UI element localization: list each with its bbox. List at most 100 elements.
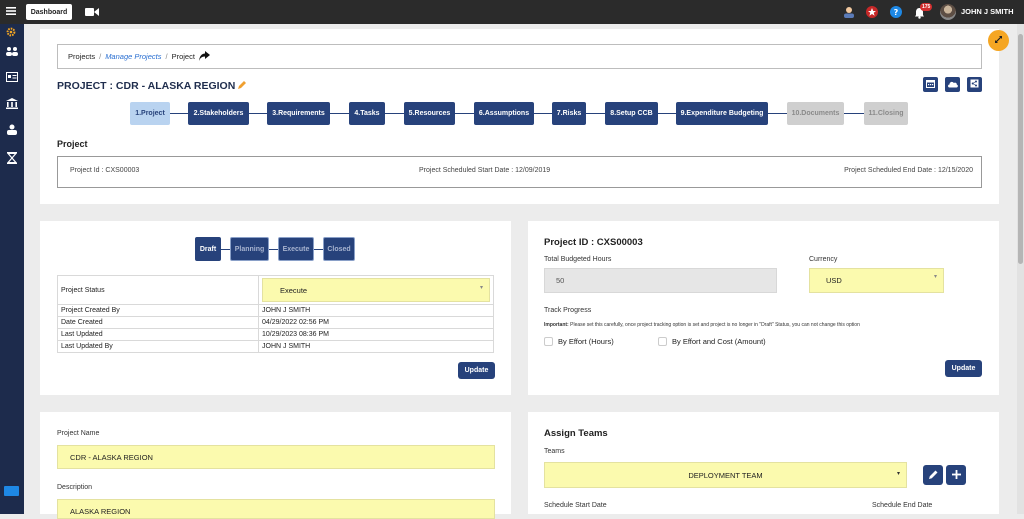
bank-icon[interactable]	[6, 98, 18, 111]
stage-planning[interactable]: Planning	[230, 237, 269, 261]
total-hours-label: Total Budgeted Hours	[544, 256, 612, 263]
avatar[interactable]	[940, 4, 956, 20]
step-risks[interactable]: 7.Risks	[552, 102, 586, 125]
share-button[interactable]	[967, 77, 982, 92]
share-arrow-icon[interactable]	[198, 50, 210, 63]
calendar-icon	[926, 79, 935, 90]
cloud-gear-icon	[947, 80, 958, 90]
gear-icon[interactable]	[6, 27, 16, 39]
team-member-icon[interactable]	[6, 124, 18, 137]
section-title: Project	[57, 139, 88, 149]
table-row: Last Updated 10/29/2023 08:36 PM	[57, 328, 494, 341]
step-documents[interactable]: 10.Documents	[787, 102, 844, 125]
project-header-card: Projects / Manage Projects / Project PRO…	[40, 29, 999, 204]
expand-arrows-icon	[994, 35, 1003, 46]
project-end-date-text: Project Scheduled End Date : 12/15/2020	[844, 167, 973, 174]
chevron-down-icon: ▾	[933, 274, 937, 280]
page-title: PROJECT : CDR - ALASKA REGION	[57, 80, 247, 92]
currency-value: USD	[826, 276, 842, 285]
hourglass-icon[interactable]	[6, 152, 18, 166]
cloud-settings-button[interactable]	[945, 77, 960, 92]
table-row: Date Created 04/29/2022 02:56 PM	[57, 316, 494, 329]
by-effort-cost-option[interactable]: By Effort and Cost (Amount)	[658, 337, 766, 346]
project-name-input[interactable]: CDR - ALASKA REGION	[57, 445, 495, 469]
teams-select[interactable]: DEPLOYMENT TEAM ▾	[544, 462, 907, 488]
people-icon[interactable]	[5, 46, 19, 58]
schedule-start-label: Schedule Start Date	[544, 502, 607, 509]
user-profile-icon[interactable]	[843, 6, 855, 20]
by-effort-hours-checkbox[interactable]	[544, 337, 553, 346]
video-camera-icon[interactable]	[85, 7, 99, 19]
star-badge-icon[interactable]	[866, 6, 878, 20]
total-hours-input[interactable]: 50	[544, 268, 777, 293]
step-expenditure-budgeting[interactable]: 9.Expenditure Budgeting	[676, 102, 768, 125]
chevron-down-icon: ▾	[479, 285, 483, 291]
row-value: JOHN J SMITH	[258, 304, 494, 317]
budget-update-button[interactable]: Update	[945, 360, 982, 377]
project-name-label: Project Name	[57, 430, 100, 437]
page-scrollbar[interactable]	[1017, 24, 1024, 514]
edit-pencil-icon[interactable]	[238, 80, 247, 92]
expand-fab-button[interactable]	[988, 30, 1009, 51]
add-team-button[interactable]	[946, 465, 966, 485]
step-assumptions[interactable]: 6.Assumptions	[474, 102, 534, 125]
pencil-icon	[928, 470, 938, 481]
breadcrumb-projects[interactable]: Projects	[68, 52, 95, 61]
chevron-down-icon: ▾	[896, 471, 900, 477]
help-icon[interactable]: ?	[890, 6, 902, 20]
schedule-end-label: Schedule End Date	[872, 502, 933, 509]
share-square-icon	[970, 79, 979, 90]
step-project[interactable]: 1.Project	[130, 102, 170, 125]
row-label: Project Created By	[57, 304, 259, 317]
by-effort-cost-checkbox[interactable]	[658, 337, 667, 346]
description-label: Description	[57, 484, 93, 491]
track-progress-label: Track Progress	[544, 307, 592, 314]
budget-card-title: Project ID : CXS00003	[544, 237, 643, 248]
step-stakeholders[interactable]: 2.Stakeholders	[188, 102, 249, 125]
step-closing[interactable]: 11.Closing	[864, 102, 908, 125]
row-label: Last Updated	[57, 328, 259, 341]
table-row: Project Status Execute ▾	[57, 275, 494, 305]
row-label: Last Updated By	[57, 340, 259, 353]
stage-closed[interactable]: Closed	[323, 237, 355, 261]
sidebar	[0, 24, 24, 514]
breadcrumb-manage-projects[interactable]: Manage Projects	[105, 52, 161, 61]
table-row: Last Updated By JOHN J SMITH	[57, 340, 494, 353]
step-tasks[interactable]: 4.Tasks	[349, 102, 385, 125]
page-title-text: PROJECT : CDR - ALASKA REGION	[57, 80, 236, 92]
status-table: Project Status Execute ▾ Project Created…	[57, 275, 494, 353]
project-status-select[interactable]: Execute ▾	[262, 278, 490, 302]
description-input[interactable]: ALASKA REGION	[57, 499, 495, 519]
breadcrumb-separator: /	[99, 52, 102, 61]
status-update-button[interactable]: Update	[458, 362, 495, 379]
status-label: Project Status	[57, 275, 259, 305]
edit-team-button[interactable]	[923, 465, 943, 485]
chat-widget-icon[interactable]	[4, 486, 19, 496]
currency-select[interactable]: USD ▾	[809, 268, 944, 293]
row-label: Date Created	[57, 316, 259, 329]
teams-value: DEPLOYMENT TEAM	[688, 470, 763, 480]
top-bar: Dashboard ? 175 JOHN J SMITH	[0, 0, 1024, 24]
by-effort-hours-option[interactable]: By Effort (Hours)	[544, 337, 614, 346]
dashboard-button[interactable]: Dashboard	[26, 4, 72, 20]
step-requirements[interactable]: 3.Requirements	[267, 102, 330, 125]
by-effort-cost-label: By Effort and Cost (Amount)	[672, 337, 766, 346]
project-status-value: Execute	[280, 285, 308, 295]
hamburger-menu-icon[interactable]	[6, 6, 16, 18]
budget-card: Project ID : CXS00003 Total Budgeted Hou…	[528, 221, 999, 395]
assign-teams-title: Assign Teams	[544, 428, 608, 439]
step-resources[interactable]: 5.Resources	[404, 102, 455, 125]
plus-icon	[951, 469, 961, 481]
table-row: Project Created By JOHN J SMITH	[57, 304, 494, 317]
project-name-card: Project Name CDR - ALASKA REGION Descrip…	[40, 412, 511, 519]
stage-execute[interactable]: Execute	[278, 237, 314, 261]
total-hours-value: 50	[556, 276, 565, 285]
important-text: Please set this carefully, once project …	[570, 322, 860, 328]
calendar-button[interactable]	[923, 77, 938, 92]
user-name[interactable]: JOHN J SMITH	[961, 7, 1014, 16]
step-setup-ccb[interactable]: 8.Setup CCB	[605, 102, 658, 125]
contacts-card-icon[interactable]	[6, 72, 18, 84]
status-select-cell: Execute ▾	[258, 275, 494, 305]
breadcrumb-project: Project	[171, 52, 195, 61]
stage-draft[interactable]: Draft	[195, 237, 221, 261]
